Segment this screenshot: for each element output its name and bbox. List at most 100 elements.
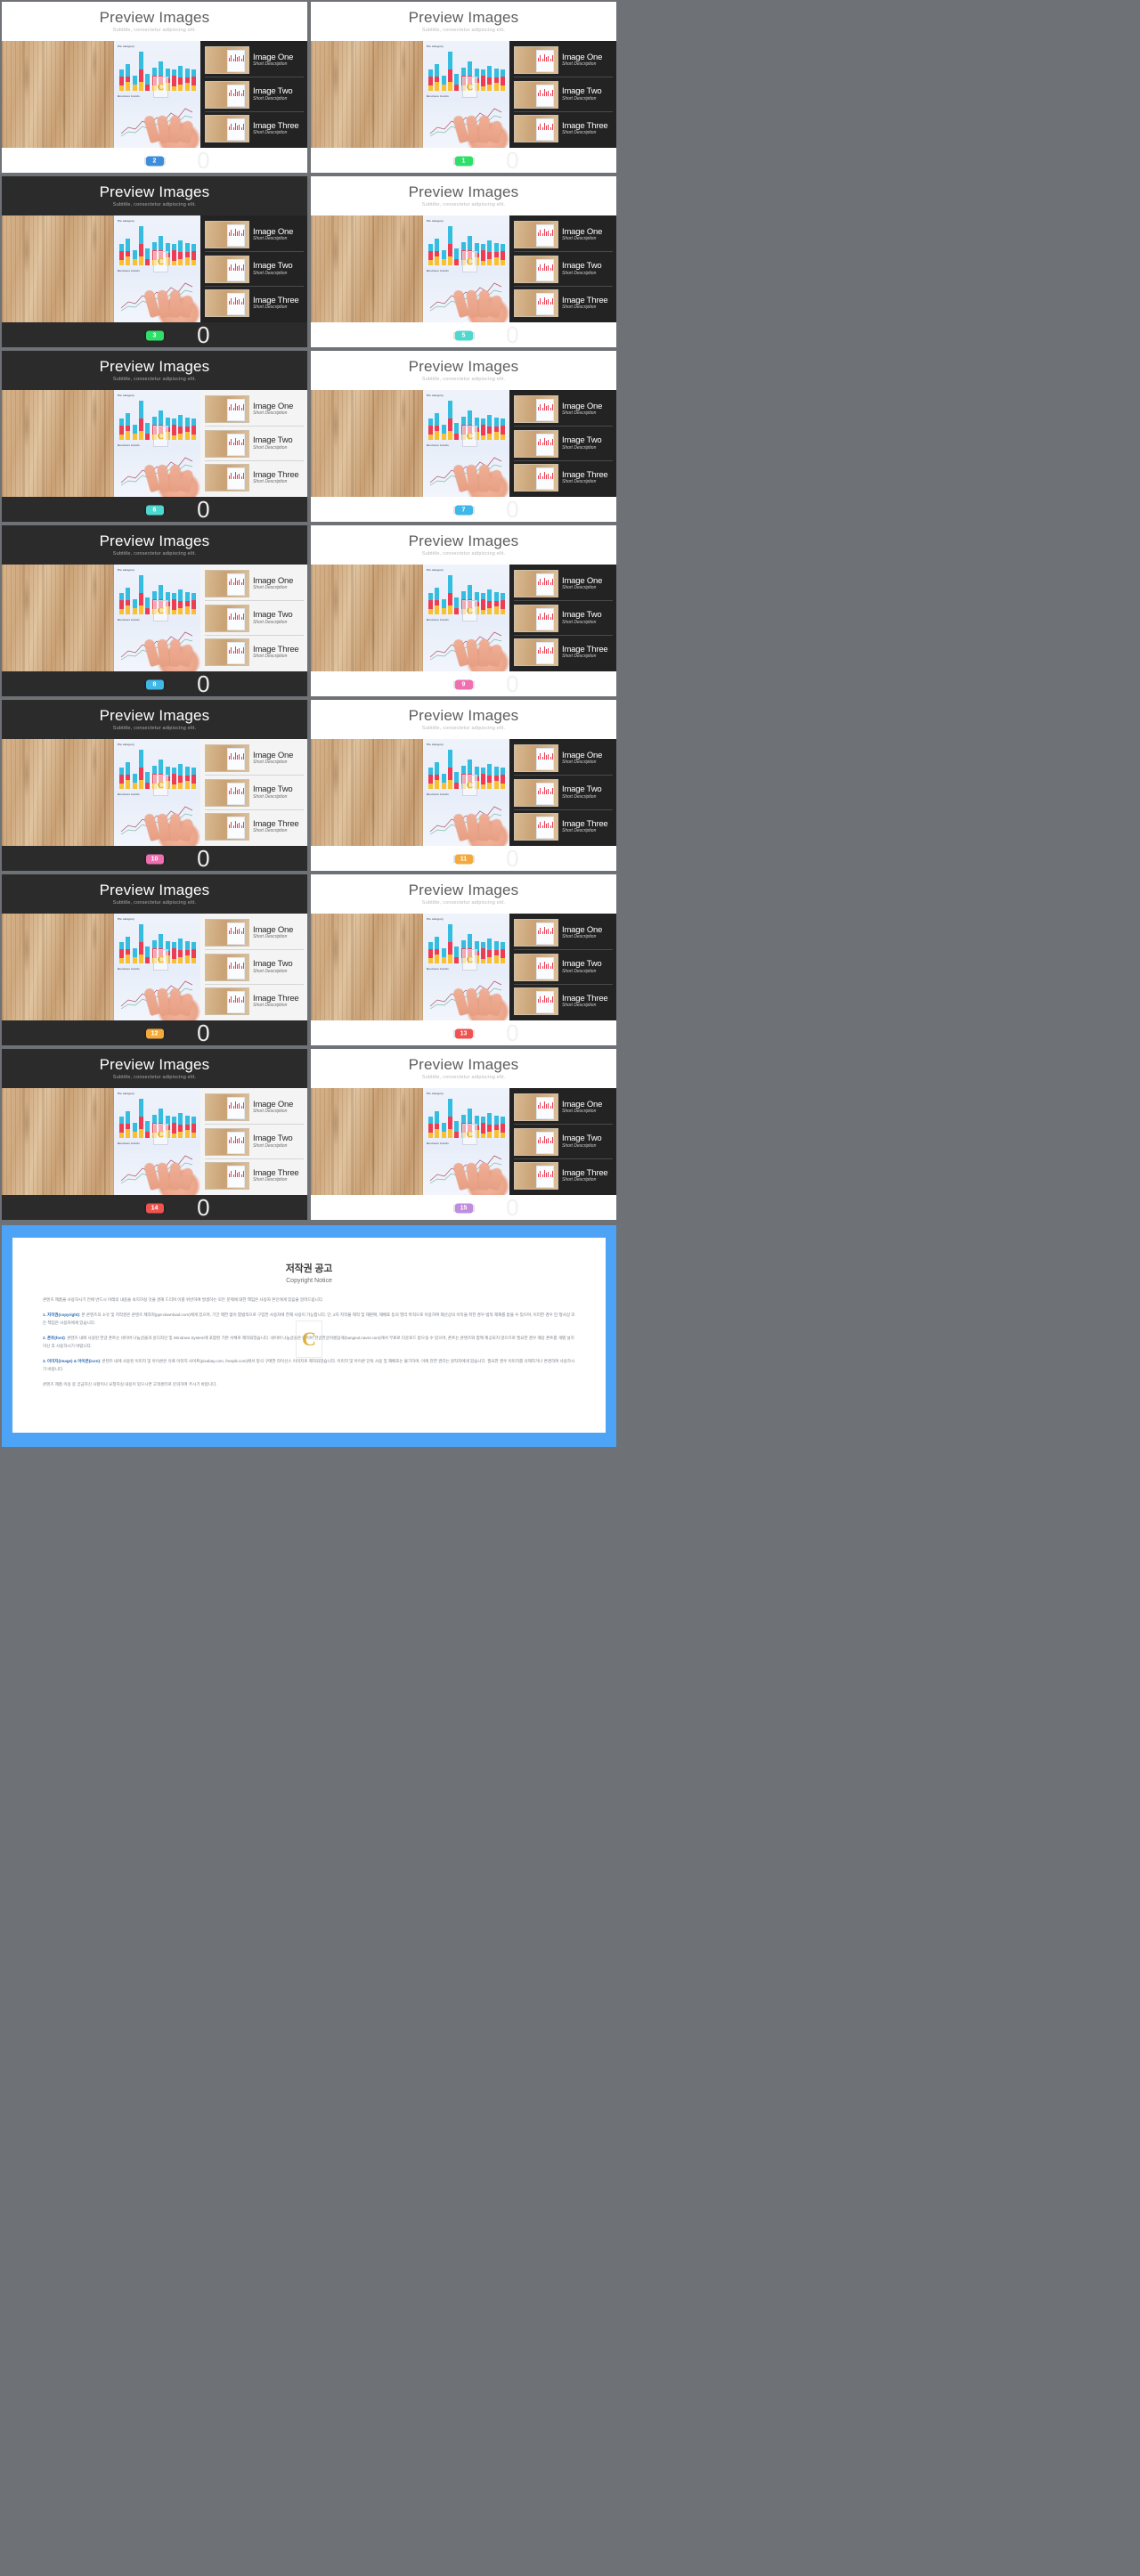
chart-bar <box>480 768 485 789</box>
panel-item[interactable]: Image Three Short Description <box>514 812 613 841</box>
chart-bar <box>454 772 460 789</box>
slide-number-badge[interactable]: 10 <box>145 854 164 865</box>
panel-item[interactable]: Image Two Short Description <box>205 778 304 808</box>
panel-item[interactable]: Image One Short Description <box>514 220 613 249</box>
chart-bar <box>119 244 124 265</box>
slide-title: Preview Images <box>99 707 210 725</box>
slide-number-badge[interactable]: 2 <box>145 156 164 167</box>
panel-item[interactable]: Image Three Short Description <box>514 987 613 1016</box>
panel-item[interactable]: Image Three Short Description <box>205 114 304 143</box>
slide-number-badge[interactable]: 1 <box>454 156 473 167</box>
chart-bar <box>191 593 196 614</box>
slide-number-badge[interactable]: 3 <box>145 330 164 341</box>
panel-item[interactable]: Image Three Short Description <box>514 288 613 318</box>
slide-thumbnail[interactable]: Preview Images Subtitle, consectetur adi… <box>309 873 618 1047</box>
chart-bar <box>500 593 505 614</box>
panel-item[interactable]: Image Three Short Description <box>514 463 613 492</box>
panel-item[interactable]: Image Two Short Description <box>514 604 613 633</box>
panel-item[interactable]: Image One Short Description <box>514 744 613 773</box>
mini-bars-icon <box>229 1169 244 1177</box>
panel-item[interactable]: Image One Short Description <box>514 1093 613 1122</box>
panel-item[interactable]: Image One Short Description <box>205 918 304 947</box>
slide-number-badge[interactable]: 5 <box>454 330 473 341</box>
panel-item[interactable]: Image Two Short Description <box>205 953 304 982</box>
slide-thumbnail[interactable]: Preview Images Subtitle, consectetur adi… <box>309 1047 618 1222</box>
panel-item[interactable]: Image Three Short Description <box>205 1161 304 1190</box>
panel-thumbnail <box>514 289 558 317</box>
panel-item[interactable]: Image Three Short Description <box>205 812 304 841</box>
chart-bar <box>428 768 433 789</box>
slide-thumbnail[interactable]: Preview Images Subtitle, consectetur adi… <box>0 873 309 1047</box>
panel-item[interactable]: Image Three Short Description <box>514 638 613 667</box>
chart-bar <box>500 1117 505 1138</box>
chart-bar <box>171 593 176 614</box>
slide-thumbnail[interactable]: Preview Images Subtitle, consectetur adi… <box>309 0 618 175</box>
slide-title: Preview Images <box>99 183 210 201</box>
slide-number-badge[interactable]: 13 <box>454 1028 473 1039</box>
wood-photo <box>311 1088 423 1195</box>
panel-item[interactable]: Image One Short Description <box>205 45 304 75</box>
wood-photo <box>311 215 423 322</box>
panel-separator <box>205 459 304 461</box>
chart-bar <box>132 76 137 91</box>
panel-item[interactable]: Image Two Short Description <box>205 429 304 459</box>
panel-item[interactable]: Image Two Short Description <box>205 80 304 110</box>
slide-number-badge[interactable]: 15 <box>454 1203 473 1214</box>
panel-item[interactable]: Image Two Short Description <box>205 255 304 284</box>
slide-thumbnail[interactable]: Preview Images Subtitle, consectetur adi… <box>0 175 309 349</box>
panel-item-title: Image One <box>562 750 603 760</box>
panel-item[interactable]: Image Two Short Description <box>205 604 304 633</box>
panel-item[interactable]: Image Three Short Description <box>205 987 304 1016</box>
panel-item[interactable]: Image Three Short Description <box>514 114 613 143</box>
slide-thumbnail[interactable]: Preview Images Subtitle, consectetur adi… <box>0 698 309 873</box>
slide-thumbnail[interactable]: Preview Images Subtitle, consectetur adi… <box>0 1047 309 1222</box>
slide-thumbnail[interactable]: Preview Images Subtitle, consectetur adi… <box>0 349 309 524</box>
chart-bar <box>126 64 131 91</box>
slide-number-badge[interactable]: 6 <box>145 505 164 516</box>
slide-number-badge[interactable]: 8 <box>145 679 164 690</box>
slide-thumbnail[interactable]: Preview Images Subtitle, consectetur adi… <box>309 175 618 349</box>
panel-thumbnail <box>205 813 249 841</box>
panel-item[interactable]: Image Two Short Description <box>514 429 613 459</box>
slide-subtitle: Subtitle, consectetur adipiscing elit. <box>421 376 506 382</box>
hand-photo <box>449 972 509 1020</box>
slide-thumbnail[interactable]: Preview Images Subtitle, consectetur adi… <box>309 524 618 698</box>
panel-item[interactable]: Image Two Short Description <box>514 1127 613 1157</box>
panel-item[interactable]: Image One Short Description <box>205 394 304 424</box>
panel-item[interactable]: Image One Short Description <box>205 744 304 773</box>
panel-item[interactable]: Image Three Short Description <box>205 638 304 667</box>
slide-number-badge[interactable]: 9 <box>454 679 473 690</box>
panel-item[interactable]: Image One Short Description <box>205 220 304 249</box>
slide-thumbnail[interactable]: Preview Images Subtitle, consectetur adi… <box>0 524 309 698</box>
chart-bar <box>454 423 460 440</box>
panel-item[interactable]: Image One Short Description <box>205 1093 304 1122</box>
panel-item[interactable]: Image One Short Description <box>514 45 613 75</box>
chart-bar <box>139 1099 144 1138</box>
chart-photo: Pie category Business trends C <box>423 565 509 671</box>
slide-number-badge[interactable]: 14 <box>145 1203 164 1214</box>
slide-thumbnail[interactable]: Preview Images Subtitle, consectetur adi… <box>309 349 618 524</box>
panel-item[interactable]: Image Two Short Description <box>514 778 613 808</box>
slide-subtitle: Subtitle, consectetur adipiscing elit. <box>112 725 197 731</box>
slide-thumbnail[interactable]: Preview Images Subtitle, consectetur adi… <box>0 0 309 175</box>
panel-item[interactable]: Image Three Short Description <box>205 463 304 492</box>
chart-bar <box>480 418 485 440</box>
chart-bar <box>487 1113 493 1138</box>
panel-item[interactable]: Image One Short Description <box>514 918 613 947</box>
panel-item-title: Image Three <box>253 469 299 480</box>
panel-item[interactable]: Image One Short Description <box>514 569 613 598</box>
panel-item[interactable]: Image Two Short Description <box>514 80 613 110</box>
slide-number-badge[interactable]: 12 <box>145 1028 164 1039</box>
panel-thumbnail <box>205 255 249 283</box>
panel-item[interactable]: Image Two Short Description <box>514 255 613 284</box>
panel-item[interactable]: Image One Short Description <box>205 569 304 598</box>
slide-footer: 11 0 <box>311 846 616 871</box>
panel-item[interactable]: Image Two Short Description <box>205 1127 304 1157</box>
slide-thumbnail[interactable]: Preview Images Subtitle, consectetur adi… <box>309 698 618 873</box>
panel-item[interactable]: Image Three Short Description <box>514 1161 613 1190</box>
panel-item[interactable]: Image Three Short Description <box>205 288 304 318</box>
slide-number-badge[interactable]: 7 <box>454 505 473 516</box>
panel-item[interactable]: Image Two Short Description <box>514 953 613 982</box>
panel-item[interactable]: Image One Short Description <box>514 394 613 424</box>
slide-number-badge[interactable]: 11 <box>454 854 473 865</box>
